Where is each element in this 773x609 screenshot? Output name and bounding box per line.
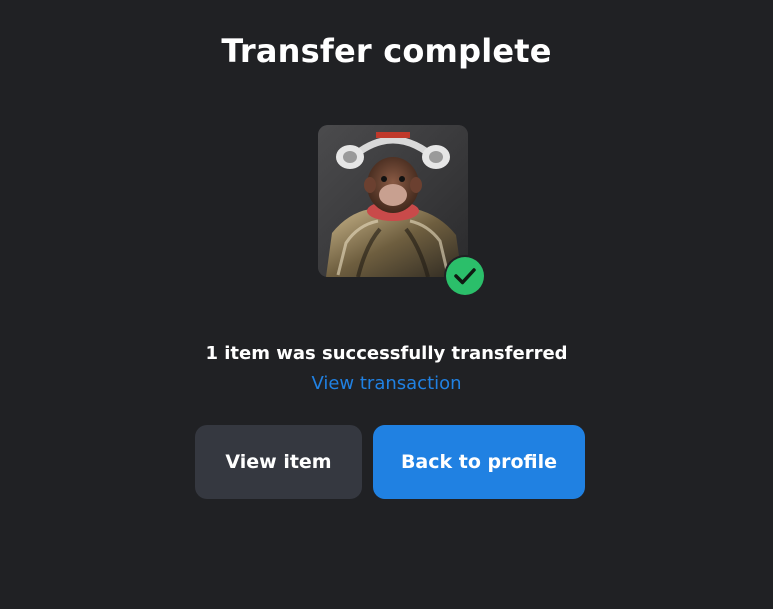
view-item-button[interactable]: View item [195, 425, 362, 499]
nft-thumbnail [318, 125, 486, 297]
modal-title: Transfer complete [221, 32, 552, 70]
back-to-profile-button[interactable]: Back to profile [373, 425, 585, 499]
check-circle-icon [444, 255, 486, 297]
transfer-complete-modal: Transfer complete 1 item was successfull… [0, 0, 773, 609]
success-message: 1 item was successfully transferred [205, 343, 568, 364]
view-transaction-link[interactable]: View transaction [0, 373, 773, 394]
